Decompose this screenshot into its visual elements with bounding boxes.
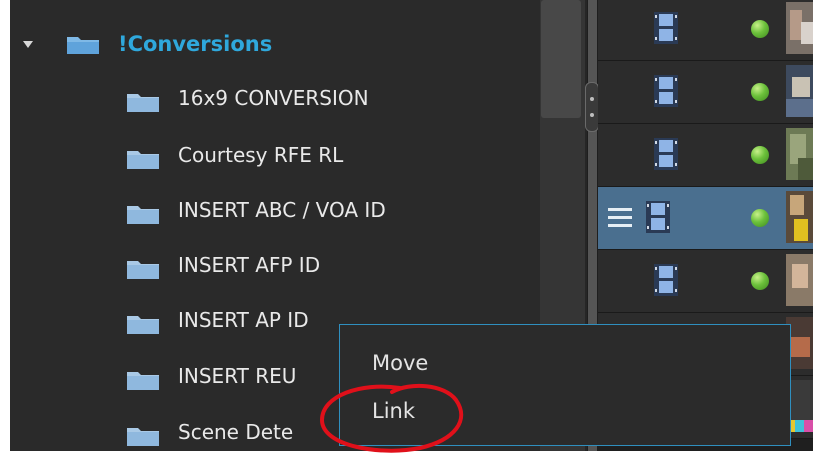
thumbnail-image[interactable]	[786, 2, 813, 54]
folder-icon	[127, 206, 159, 224]
context-menu: Move Link	[339, 324, 791, 446]
list-item-selected[interactable]	[598, 187, 813, 250]
tree-item[interactable]: INSERT ABC / VOA ID	[10, 188, 540, 236]
folder-icon	[127, 151, 159, 169]
tree-item[interactable]: INSERT AFP ID	[10, 243, 540, 291]
folder-icon	[127, 428, 159, 446]
folder-icon	[127, 261, 159, 279]
film-icon	[654, 12, 678, 44]
tree-item-label: Scene Dete	[178, 420, 294, 444]
status-green-icon	[751, 272, 769, 290]
folder-icon	[127, 94, 159, 112]
menu-item-link[interactable]: Link	[340, 389, 792, 433]
thumbnail-image[interactable]	[786, 65, 813, 117]
tree-root-label: !Conversions	[118, 32, 273, 56]
list-item[interactable]	[598, 250, 813, 313]
status-green-icon	[751, 20, 769, 38]
status-green-icon	[751, 146, 769, 164]
film-icon	[646, 201, 670, 233]
tree-item-label: INSERT AFP ID	[178, 253, 321, 277]
menu-item-move[interactable]: Move	[340, 341, 792, 385]
thumbnail-image[interactable]	[786, 128, 813, 180]
list-item[interactable]	[598, 61, 813, 124]
list-item[interactable]	[598, 0, 813, 61]
tree-item[interactable]: Courtesy RFE RL	[10, 133, 540, 181]
tree-item-label: 16x9 CONVERSION	[178, 86, 369, 110]
hamburger-icon[interactable]	[608, 208, 632, 228]
folder-icon	[127, 372, 159, 390]
tree-item[interactable]: 16x9 CONVERSION	[10, 76, 540, 124]
status-green-icon	[751, 209, 769, 227]
film-icon	[654, 75, 678, 107]
status-green-icon	[751, 83, 769, 101]
app-window: !Conversions 16x9 CONVERSION Courtesy RF…	[10, 0, 813, 451]
film-icon	[654, 264, 678, 296]
tree-item-label: INSERT REU	[178, 364, 297, 388]
film-icon	[654, 138, 678, 170]
thumbnail-image[interactable]	[786, 191, 813, 243]
thumbnail-image[interactable]	[786, 254, 813, 306]
tree-item-label: Courtesy RFE RL	[178, 143, 344, 167]
list-item[interactable]	[598, 124, 813, 187]
folder-icon	[127, 316, 159, 334]
tree-item-label: INSERT AP ID	[178, 308, 309, 332]
scrollbar-thumb[interactable]	[541, 0, 581, 118]
expand-arrow-icon[interactable]	[23, 41, 33, 48]
splitter-grip-icon[interactable]	[585, 82, 599, 132]
folder-icon	[67, 37, 99, 54]
tree-item-label: INSERT ABC / VOA ID	[178, 198, 386, 222]
tree-root-conversions[interactable]: !Conversions	[10, 22, 540, 68]
